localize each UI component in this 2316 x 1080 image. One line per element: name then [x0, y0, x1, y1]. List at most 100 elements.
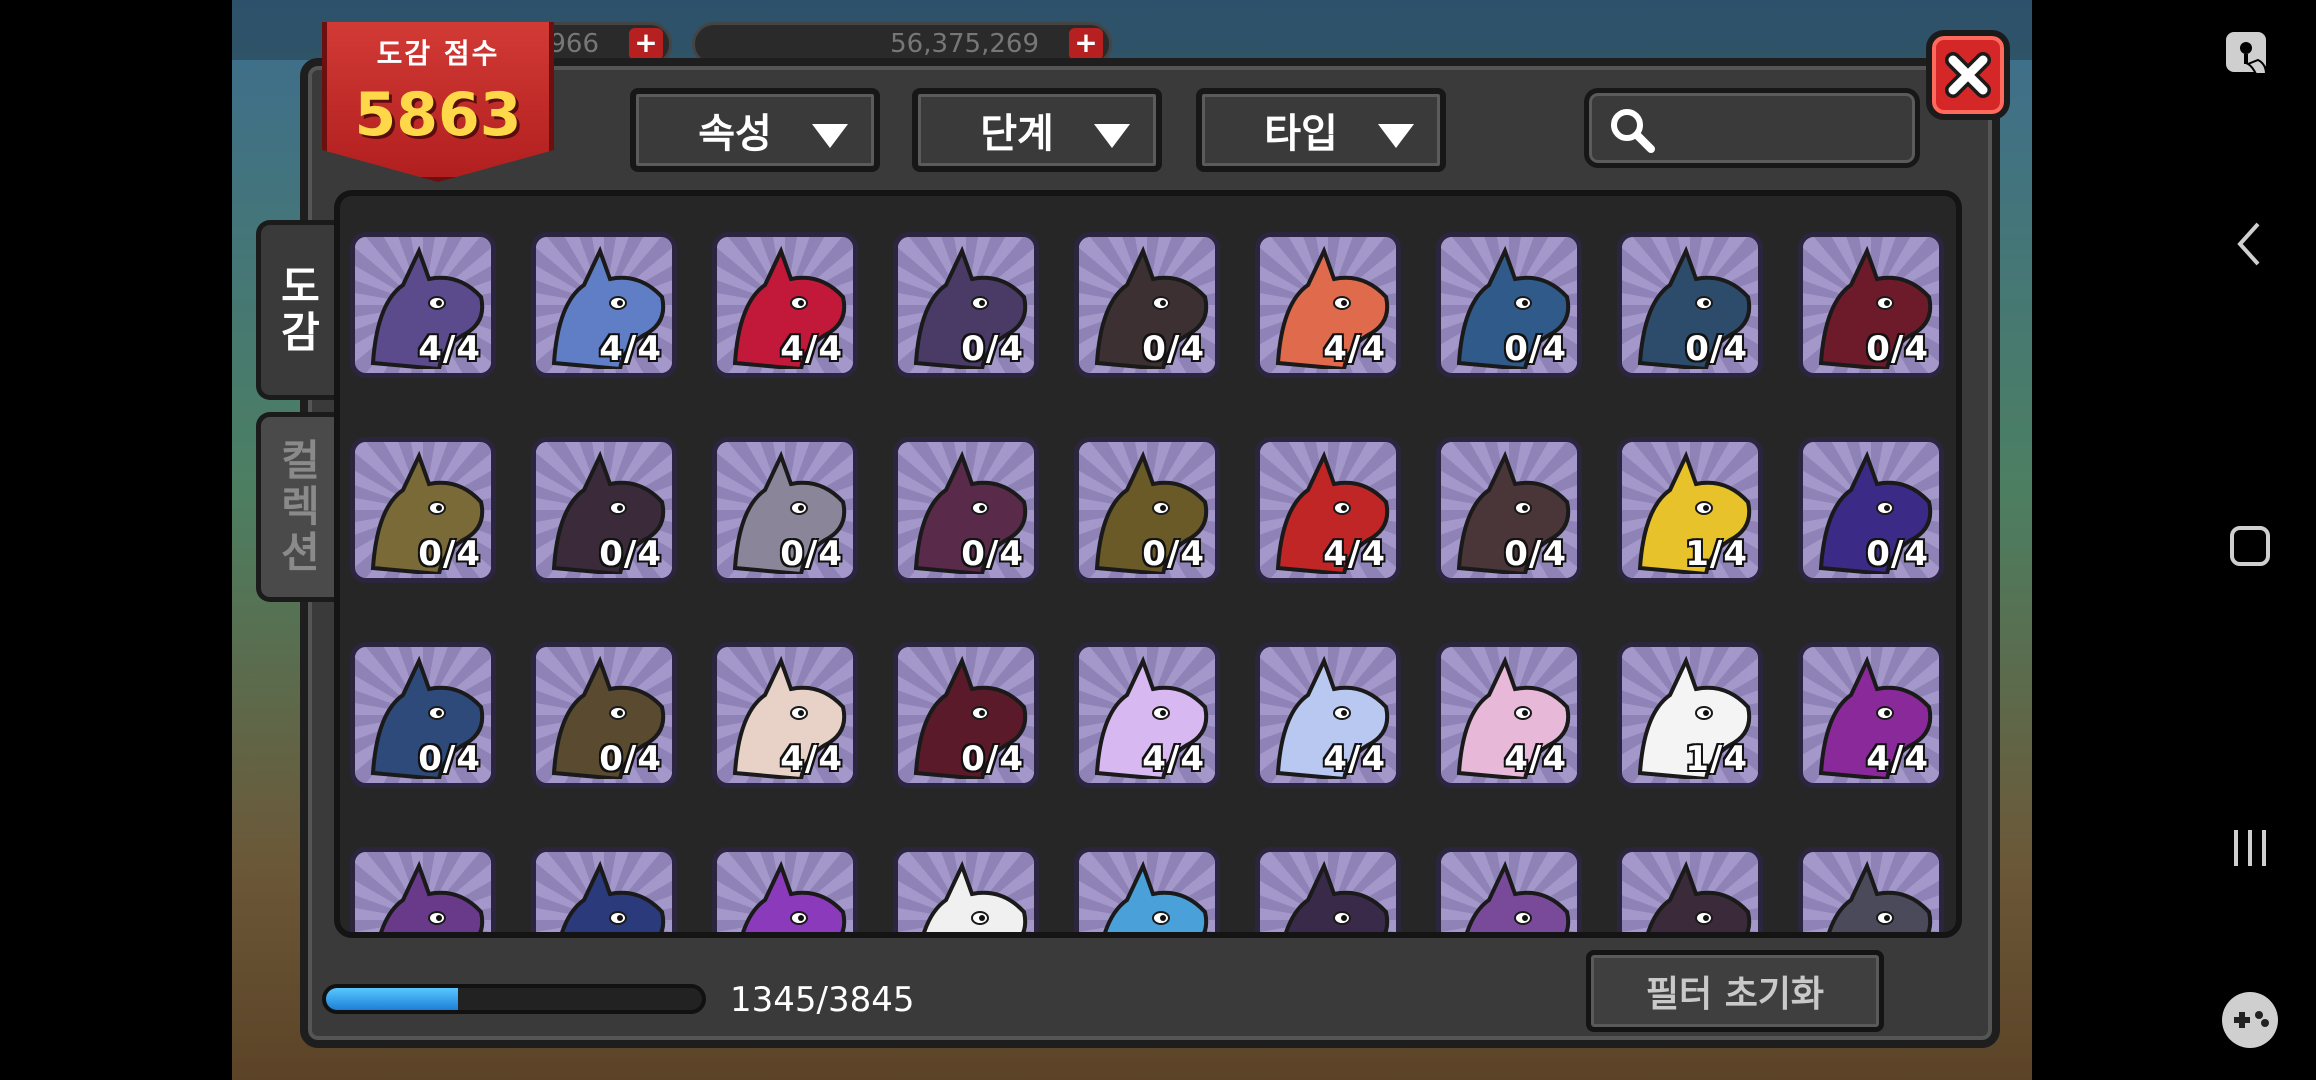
- creature-count: 0/4: [1866, 329, 1929, 369]
- creature-card[interactable]: 0/4: [1798, 232, 1944, 378]
- creature-count: 0/4: [418, 534, 481, 574]
- creature-count: 4/4: [780, 329, 843, 369]
- creature-count: 0/4: [961, 739, 1024, 779]
- creature-card[interactable]: 0/4: [1617, 232, 1763, 378]
- creature-card[interactable]: 0/4: [1074, 232, 1220, 378]
- creature-count: 0/4: [599, 534, 662, 574]
- creature-card[interactable]: [350, 847, 496, 932]
- add-gems-button[interactable]: +: [629, 28, 663, 60]
- search-input[interactable]: [1659, 105, 1905, 153]
- back-icon[interactable]: [2218, 212, 2282, 276]
- creature-count: 0/4: [1142, 534, 1205, 574]
- add-gold-button[interactable]: +: [1069, 28, 1103, 60]
- creature-count: 4/4: [780, 739, 843, 779]
- creature-count: 0/4: [961, 329, 1024, 369]
- creature-card[interactable]: 4/4: [1255, 642, 1401, 788]
- progress-text: 1345/3845: [730, 980, 915, 1020]
- creature-count: 0/4: [780, 534, 843, 574]
- search-icon: [1611, 109, 1655, 153]
- creature-portrait-icon: [1827, 860, 1933, 932]
- creature-count: 4/4: [418, 329, 481, 369]
- creature-card[interactable]: [1074, 847, 1220, 932]
- creature-card[interactable]: 0/4: [893, 437, 1039, 583]
- creature-card[interactable]: 4/4: [1798, 642, 1944, 788]
- game-tools-icon[interactable]: [2218, 988, 2282, 1052]
- stage-filter-label: 단계: [980, 111, 1054, 157]
- creature-portrait-icon: [1465, 860, 1571, 932]
- recents-icon[interactable]: [2218, 816, 2282, 880]
- creature-count: 0/4: [599, 739, 662, 779]
- creature-card[interactable]: 4/4: [350, 232, 496, 378]
- creature-count: 0/4: [961, 534, 1024, 574]
- attribute-filter-dropdown[interactable]: 속성: [630, 88, 880, 172]
- collection-progress-bar: [322, 984, 706, 1014]
- reset-filter-button[interactable]: 필터 초기화: [1586, 950, 1884, 1032]
- creature-count: 0/4: [1685, 329, 1748, 369]
- creature-card[interactable]: 0/4: [531, 642, 677, 788]
- creature-card[interactable]: 4/4: [712, 232, 858, 378]
- creature-card[interactable]: [1617, 847, 1763, 932]
- creature-card[interactable]: 0/4: [712, 437, 858, 583]
- search-box[interactable]: [1584, 88, 1920, 168]
- gem-counter-value: 966: [549, 29, 599, 59]
- creature-card[interactable]: 4/4: [531, 232, 677, 378]
- creature-card[interactable]: [531, 847, 677, 932]
- creature-card[interactable]: 4/4: [1436, 642, 1582, 788]
- pin-touch-icon[interactable]: [2218, 24, 2282, 88]
- type-filter-label: 타입: [1264, 111, 1338, 157]
- creature-portrait-icon: [741, 860, 847, 932]
- creature-card[interactable]: 0/4: [893, 642, 1039, 788]
- creature-card[interactable]: 0/4: [350, 437, 496, 583]
- creature-card[interactable]: 0/4: [350, 642, 496, 788]
- creature-card[interactable]: [1436, 847, 1582, 932]
- creature-count: 1/4: [1685, 534, 1748, 574]
- chevron-down-icon: [1094, 124, 1130, 148]
- creature-grid: 4/4 4/4 4/4 0/4 0/4 4/4 0/4 0/4 0/4 0/4 0/4 0/4 0/4 0…: [334, 190, 1962, 938]
- creature-card[interactable]: [893, 847, 1039, 932]
- creature-card[interactable]: 1/4: [1617, 437, 1763, 583]
- chevron-down-icon: [1378, 124, 1414, 148]
- creature-count: 1/4: [1685, 739, 1748, 779]
- creature-card[interactable]: [1255, 847, 1401, 932]
- creature-portrait-icon: [379, 860, 485, 932]
- creature-count: 0/4: [1866, 534, 1929, 574]
- creature-count: 4/4: [1323, 329, 1386, 369]
- creature-card[interactable]: 4/4: [1074, 642, 1220, 788]
- creature-count: 0/4: [418, 739, 481, 779]
- creature-portrait-icon: [1284, 860, 1390, 932]
- attribute-filter-label: 속성: [698, 111, 772, 157]
- screen: 966 + 56,375,269 + 도감 점수 5863 속성 단계 타입 도…: [0, 0, 2316, 1080]
- creature-card[interactable]: 0/4: [1074, 437, 1220, 583]
- score-value: 5863: [354, 80, 522, 150]
- creature-card[interactable]: 0/4: [1436, 232, 1582, 378]
- creature-count: 0/4: [1504, 329, 1567, 369]
- type-filter-dropdown[interactable]: 타입: [1196, 88, 1446, 172]
- creature-card[interactable]: [712, 847, 858, 932]
- creature-card[interactable]: 4/4: [1255, 437, 1401, 583]
- creature-count: 4/4: [1323, 739, 1386, 779]
- creature-count: 4/4: [1504, 739, 1567, 779]
- creature-count: 4/4: [1866, 739, 1929, 779]
- creature-card[interactable]: 0/4: [1798, 437, 1944, 583]
- creature-card[interactable]: 0/4: [531, 437, 677, 583]
- home-icon[interactable]: [2218, 514, 2282, 578]
- creature-card[interactable]: 4/4: [1255, 232, 1401, 378]
- creature-card[interactable]: 1/4: [1617, 642, 1763, 788]
- tab-encyclopedia[interactable]: 도감: [256, 220, 340, 400]
- creature-count: 4/4: [599, 329, 662, 369]
- creature-card[interactable]: 0/4: [893, 232, 1039, 378]
- collection-score-banner: 도감 점수 5863: [322, 22, 554, 182]
- score-title: 도감 점수: [376, 37, 500, 70]
- creature-count: 0/4: [1504, 534, 1567, 574]
- stage-filter-dropdown[interactable]: 단계: [912, 88, 1162, 172]
- creature-card[interactable]: 4/4: [712, 642, 858, 788]
- creature-count: 4/4: [1323, 534, 1386, 574]
- creature-count: 4/4: [1142, 739, 1205, 779]
- creature-card[interactable]: [1798, 847, 1944, 932]
- tab-collection[interactable]: 컬렉션: [256, 412, 340, 602]
- progress-fill: [326, 988, 458, 1010]
- close-button[interactable]: [1926, 30, 2010, 120]
- creature-card[interactable]: 0/4: [1436, 437, 1582, 583]
- tab-encyclopedia-label: 도감: [281, 262, 320, 357]
- creature-count: 0/4: [1142, 329, 1205, 369]
